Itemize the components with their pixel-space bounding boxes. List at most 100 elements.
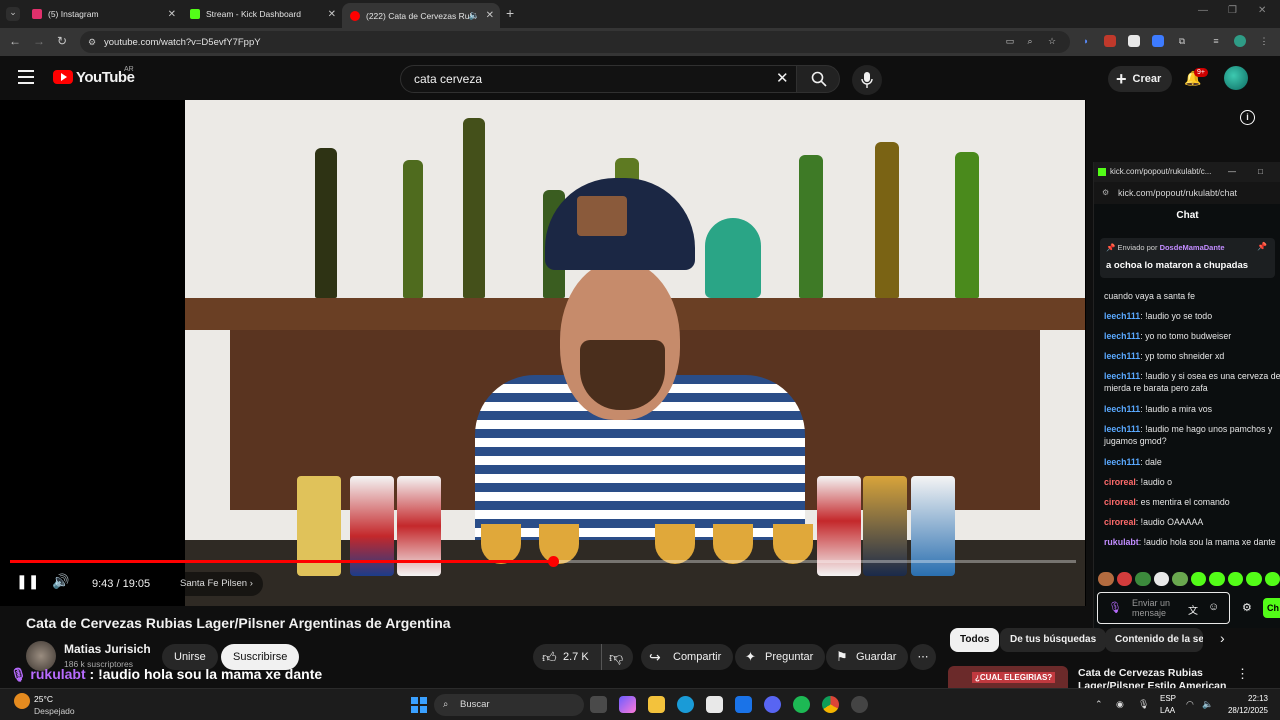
emote-icon[interactable] bbox=[1135, 572, 1151, 586]
microphone-icon[interactable]: 🎙 bbox=[1108, 601, 1122, 614]
pause-icon[interactable]: ❚❚ bbox=[16, 573, 39, 590]
chat-send-button[interactable]: Ch bbox=[1263, 598, 1280, 618]
tab-kick-dashboard[interactable]: Stream - Kick Dashboard ✕ bbox=[182, 3, 342, 25]
chat-username[interactable]: rukulabt bbox=[1104, 537, 1139, 547]
progress-scrubber[interactable] bbox=[547, 556, 559, 567]
chat-username[interactable]: leech111 bbox=[1104, 331, 1140, 341]
taskbar-search[interactable]: ⌕ Buscar bbox=[434, 694, 584, 716]
address-bar[interactable]: ⚙ youtube.com/watch?v=D5evfY7FppY bbox=[80, 31, 1070, 53]
copilot-icon[interactable] bbox=[619, 696, 636, 713]
close-icon[interactable]: ✕ bbox=[486, 10, 494, 21]
emote-icon[interactable] bbox=[1227, 572, 1243, 586]
emote-icon[interactable] bbox=[1153, 572, 1169, 586]
minimize-icon[interactable]: — bbox=[1228, 162, 1236, 182]
emote-icon[interactable] bbox=[1116, 572, 1132, 586]
close-icon[interactable]: ✕ bbox=[328, 9, 336, 20]
emote-icon[interactable] bbox=[1190, 572, 1206, 586]
task-view-icon[interactable] bbox=[590, 696, 607, 713]
emote-icon[interactable] bbox=[1264, 572, 1280, 586]
store-icon[interactable] bbox=[706, 696, 723, 713]
maximize-icon[interactable]: □ bbox=[1258, 162, 1263, 182]
like-button[interactable]: 👍︎ bbox=[542, 644, 557, 670]
file-explorer-icon[interactable] bbox=[648, 696, 665, 713]
puzzle-icon[interactable]: ⧉ bbox=[1176, 35, 1188, 47]
dislike-button[interactable]: 👎︎ bbox=[609, 644, 623, 670]
input-language[interactable]: ESP bbox=[1160, 694, 1176, 703]
edge-icon[interactable] bbox=[677, 696, 694, 713]
search-box[interactable] bbox=[400, 65, 800, 93]
chat-username[interactable]: ciroreal bbox=[1104, 517, 1136, 527]
minimize-icon[interactable]: — bbox=[1198, 5, 1208, 16]
emote-icon[interactable] bbox=[1172, 572, 1188, 586]
chat-username[interactable]: leech111 bbox=[1104, 351, 1140, 361]
account-avatar[interactable] bbox=[1224, 66, 1248, 90]
chat-username[interactable]: leech111 bbox=[1104, 311, 1140, 321]
reload-icon[interactable]: ↻ bbox=[57, 34, 67, 48]
mail-icon[interactable] bbox=[735, 696, 752, 713]
emote-icon[interactable] bbox=[1209, 572, 1225, 586]
video-player[interactable] bbox=[0, 100, 1086, 606]
emote-icon[interactable] bbox=[1098, 572, 1114, 586]
chrome-icon[interactable] bbox=[822, 696, 839, 713]
windows-start-icon[interactable] bbox=[411, 697, 427, 713]
youtube-logo-icon[interactable] bbox=[53, 70, 73, 84]
popout-url-bar[interactable]: ⚙ kick.com/popout/rukulabt/chat bbox=[1094, 182, 1280, 204]
app-icon[interactable] bbox=[851, 696, 868, 713]
filter-chip-all[interactable]: Todos bbox=[950, 628, 1000, 652]
share-button[interactable]: ↪ Compartir bbox=[641, 644, 734, 670]
microphone-icon[interactable]: 🎙 bbox=[1138, 699, 1149, 710]
chapter-button[interactable]: Santa Fe Pilsen › bbox=[170, 572, 263, 596]
search-input[interactable] bbox=[414, 72, 764, 86]
filter-chip-channel[interactable]: Contenido de la se bbox=[1105, 628, 1203, 652]
chat-settings-gear-icon[interactable]: ⚙ bbox=[1242, 601, 1252, 614]
ask-button[interactable]: ✦ Preguntar bbox=[735, 644, 826, 670]
search-button[interactable] bbox=[796, 65, 840, 93]
forward-icon[interactable]: → bbox=[33, 34, 45, 48]
cast-icon[interactable]: ▭ bbox=[1004, 35, 1016, 47]
site-info-icon[interactable]: ⚙ bbox=[1102, 182, 1109, 204]
chat-input[interactable]: 🎙 Enviar un mensaje 文 ☺ bbox=[1097, 592, 1230, 624]
create-button[interactable]: + Crear bbox=[1108, 66, 1172, 92]
discord-icon[interactable] bbox=[764, 696, 781, 713]
tab-list-chevron-icon[interactable]: ⌄ bbox=[6, 7, 20, 21]
emote-icon[interactable] bbox=[1246, 572, 1262, 586]
clock-date[interactable]: 28/12/2025 bbox=[1212, 706, 1268, 715]
extension-icon[interactable]: ◗ bbox=[1080, 35, 1092, 47]
recommended-title[interactable]: Cata de Cervezas Rubias Lager/Pilsner Es… bbox=[1078, 667, 1228, 688]
clock-time[interactable]: 22:13 bbox=[1220, 694, 1268, 703]
chevron-right-icon[interactable]: › bbox=[1220, 630, 1225, 646]
chat-username[interactable]: ciroreal bbox=[1104, 497, 1136, 507]
chat-username[interactable]: leech111 bbox=[1104, 424, 1140, 434]
site-info-icon[interactable]: ⚙ bbox=[88, 37, 96, 48]
network-icon[interactable]: ◉ bbox=[1116, 699, 1124, 710]
chat-username[interactable]: leech111 bbox=[1104, 371, 1140, 381]
weather-icon[interactable] bbox=[14, 693, 30, 709]
info-icon[interactable]: i bbox=[1240, 110, 1255, 125]
more-vert-icon[interactable]: ⋮ bbox=[1236, 666, 1249, 682]
menu-dots-icon[interactable]: ⋮ bbox=[1258, 35, 1270, 47]
extension-icon[interactable] bbox=[1128, 35, 1140, 47]
tab-instagram[interactable]: (5) Instagram ✕ bbox=[24, 3, 182, 25]
reading-list-icon[interactable]: ≡ bbox=[1210, 35, 1222, 47]
bookmark-star-icon[interactable]: ☆ bbox=[1046, 35, 1058, 47]
more-actions-icon[interactable]: ⋯ bbox=[910, 644, 936, 670]
zoom-icon[interactable]: ⌕ bbox=[1024, 35, 1036, 47]
show-hidden-icons-icon[interactable]: ⌃ bbox=[1095, 699, 1103, 710]
new-tab-button[interactable]: + bbox=[506, 5, 514, 21]
translate-icon[interactable]: 文 bbox=[1188, 602, 1198, 617]
extension-icon[interactable] bbox=[1104, 35, 1116, 47]
profile-avatar[interactable] bbox=[1234, 35, 1246, 47]
menu-icon[interactable] bbox=[18, 70, 34, 84]
chat-username[interactable]: leech111 bbox=[1104, 404, 1140, 414]
filter-chip-searches[interactable]: De tus búsquedas bbox=[1000, 628, 1107, 652]
clear-search-icon[interactable]: ✕ bbox=[776, 69, 789, 87]
extension-icon[interactable] bbox=[1152, 35, 1164, 47]
progress-bar[interactable] bbox=[10, 556, 1076, 567]
volume-icon[interactable]: 🔊 bbox=[52, 573, 69, 590]
chat-username[interactable]: leech111 bbox=[1104, 457, 1140, 467]
maximize-icon[interactable]: ❐ bbox=[1228, 5, 1237, 16]
close-icon[interactable]: ✕ bbox=[168, 9, 176, 20]
speaker-icon[interactable]: 🔈 bbox=[469, 10, 480, 21]
voice-search-button[interactable] bbox=[852, 65, 882, 95]
tab-youtube-video[interactable]: (222) Cata de Cervezas Rubi 🔈 ✕ bbox=[342, 3, 500, 28]
